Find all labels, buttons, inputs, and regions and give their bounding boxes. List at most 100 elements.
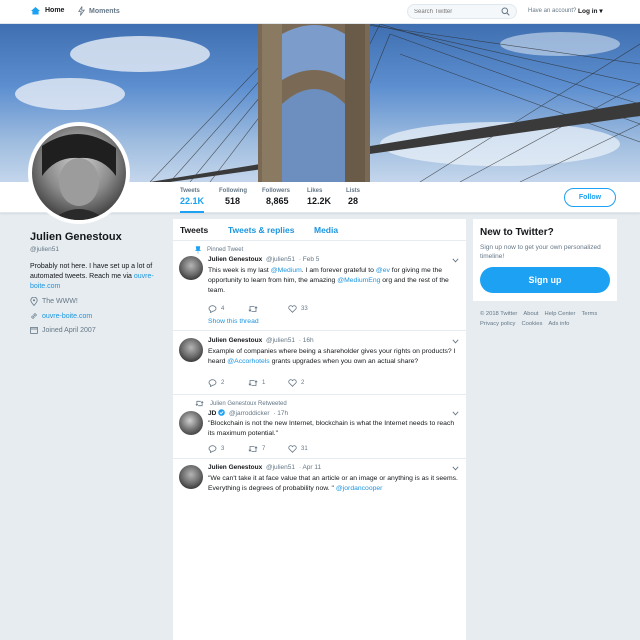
retweet-icon	[248, 306, 258, 312]
tweet-author-handle[interactable]: @jarroddicker	[229, 410, 270, 417]
chevron-down-icon[interactable]	[452, 256, 459, 265]
tweet-avatar[interactable]	[179, 338, 203, 362]
stat-followers[interactable]: Followers 8,865	[262, 188, 290, 206]
top-navigation: Home Moments Have an account? Log in ▾	[0, 0, 640, 24]
show-thread-link[interactable]: Show this thread	[208, 318, 259, 325]
retweet-button[interactable]: 1	[248, 379, 288, 387]
footer-link-terms[interactable]: Terms	[581, 311, 597, 317]
tweet-actions: 2 1 2	[208, 379, 328, 387]
tweet-author-handle[interactable]: @julien51	[266, 256, 295, 263]
heart-icon	[288, 305, 297, 313]
chevron-down-icon[interactable]	[452, 409, 459, 418]
profile-avatar[interactable]	[28, 122, 130, 224]
tweet-time[interactable]: · 17h	[273, 410, 288, 417]
tab-media[interactable]: Media	[314, 225, 338, 235]
chevron-down-icon[interactable]	[452, 337, 459, 346]
stat-value: 22.1K	[180, 196, 205, 206]
like-button[interactable]: 33	[288, 305, 328, 313]
footer-link-ads-info[interactable]: Ads info	[548, 321, 569, 327]
tweet-actions: 3 7 31	[208, 445, 328, 453]
login-link[interactable]: Log in ▾	[578, 7, 603, 15]
stat-value: 28	[348, 196, 359, 206]
location-text: The WWW!	[42, 298, 78, 305]
mention-link[interactable]: @ev	[376, 267, 390, 274]
stat-lists[interactable]: Lists 28	[346, 188, 360, 206]
tweet-item[interactable]: Julien Genestoux @julien51 · 16h Example…	[173, 331, 466, 395]
stat-label: Lists	[346, 188, 361, 194]
mention-link[interactable]: @Accorhotels	[227, 358, 269, 365]
reply-icon	[208, 445, 217, 453]
login-label: Log in	[578, 8, 598, 15]
tab-tweets-replies[interactable]: Tweets & replies	[228, 225, 294, 235]
stat-label: Likes	[307, 188, 323, 194]
retweet-count: 7	[262, 446, 266, 452]
mention-link[interactable]: @MediumEng	[337, 277, 380, 284]
tweet-author-name[interactable]: Julien Genestoux	[208, 464, 262, 471]
nav-home[interactable]: Home	[30, 6, 64, 15]
tweet-time[interactable]: · Apr 11	[299, 464, 321, 471]
tweet-item[interactable]: Julien Genestoux @julien51 · Apr 11 "We …	[173, 459, 466, 509]
reply-icon	[208, 305, 217, 313]
footer-link-cookies[interactable]: Cookies	[521, 321, 542, 327]
search-icon[interactable]	[501, 7, 510, 16]
like-button[interactable]: 2	[288, 379, 328, 387]
tweet-item[interactable]: Julien Genestoux Retweeted JD @jarroddic…	[173, 395, 466, 459]
retweet-button[interactable]	[248, 305, 288, 313]
link-icon	[31, 313, 37, 319]
retweet-button[interactable]: 7	[248, 445, 288, 453]
tweet-avatar[interactable]	[179, 465, 203, 489]
profile-joined: Joined April 2007	[30, 326, 96, 334]
like-count: 2	[301, 380, 305, 386]
nav-home-label: Home	[45, 7, 65, 14]
tweet-author-name[interactable]: JD	[208, 410, 216, 417]
footer-link-privacy[interactable]: Privacy policy	[480, 321, 515, 327]
search-input[interactable]	[408, 5, 493, 18]
signup-subtitle: Sign up now to get your own personalized…	[480, 244, 601, 260]
heart-icon	[288, 445, 297, 453]
reply-icon	[208, 379, 217, 387]
stat-likes[interactable]: Likes 12.2K	[307, 188, 331, 206]
stat-value: 8,865	[266, 196, 289, 206]
nav-moments[interactable]: Moments	[78, 6, 120, 16]
reply-button[interactable]: 2	[208, 379, 248, 387]
tweet-item[interactable]: Pinned Tweet Julien Genestoux @julien51 …	[173, 242, 466, 331]
profile-website: ouvre-boite.com	[30, 312, 92, 320]
signup-button[interactable]: Sign up	[480, 267, 610, 293]
mention-link[interactable]: @Medium	[271, 267, 302, 274]
calendar-icon	[30, 326, 38, 334]
website-link[interactable]: ouvre-boite.com	[42, 313, 92, 320]
footer-link-help-center[interactable]: Help Center	[545, 311, 576, 317]
profile-handle[interactable]: @julien51	[30, 246, 59, 253]
stat-label: Followers	[262, 188, 291, 194]
reply-button[interactable]: 3	[208, 445, 248, 453]
tweet-time[interactable]: · Feb 5	[299, 256, 320, 263]
search-box	[407, 4, 517, 19]
chevron-down-icon: ▾	[599, 8, 603, 15]
footer-link-about[interactable]: About	[523, 311, 538, 317]
tweet-author-name[interactable]: Julien Genestoux	[208, 337, 262, 344]
tweet-author-name[interactable]: Julien Genestoux	[208, 256, 262, 263]
stat-following[interactable]: Following 518	[219, 188, 247, 206]
mention-link[interactable]: @jordancooper	[336, 485, 383, 492]
stat-tweets[interactable]: Tweets 22.1K	[180, 188, 205, 213]
tweet-author-handle[interactable]: @julien51	[266, 464, 295, 471]
tweet-text: Example of companies where being a share…	[208, 347, 458, 367]
like-count: 33	[301, 306, 308, 312]
tweet-author-handle[interactable]: @julien51	[266, 337, 295, 344]
tab-tweets[interactable]: Tweets	[180, 225, 208, 235]
tweet-avatar[interactable]	[179, 256, 203, 280]
follow-button[interactable]: Follow	[564, 188, 616, 207]
footer-links: © 2018 Twitter About Help Center Terms Priv…	[480, 309, 620, 329]
tweet-context: Julien Genestoux Retweeted	[195, 400, 287, 407]
tweet-actions: 4 33	[208, 305, 328, 313]
like-button[interactable]: 31	[288, 445, 328, 453]
tweet-avatar[interactable]	[179, 411, 203, 435]
tweet-header: Julien Genestoux @julien51 · Feb 5	[208, 256, 319, 263]
signup-card: New to Twitter? Sign up now to get your …	[473, 219, 617, 301]
reply-button[interactable]: 4	[208, 305, 248, 313]
tweet-text: "Blockchain is not the new Internet, blo…	[208, 420, 455, 437]
chevron-down-icon[interactable]	[452, 464, 459, 473]
tweet-time[interactable]: · 16h	[299, 337, 314, 344]
home-icon	[31, 7, 40, 15]
tweet-text: This week is my last @Medium. I am forev…	[208, 266, 458, 296]
